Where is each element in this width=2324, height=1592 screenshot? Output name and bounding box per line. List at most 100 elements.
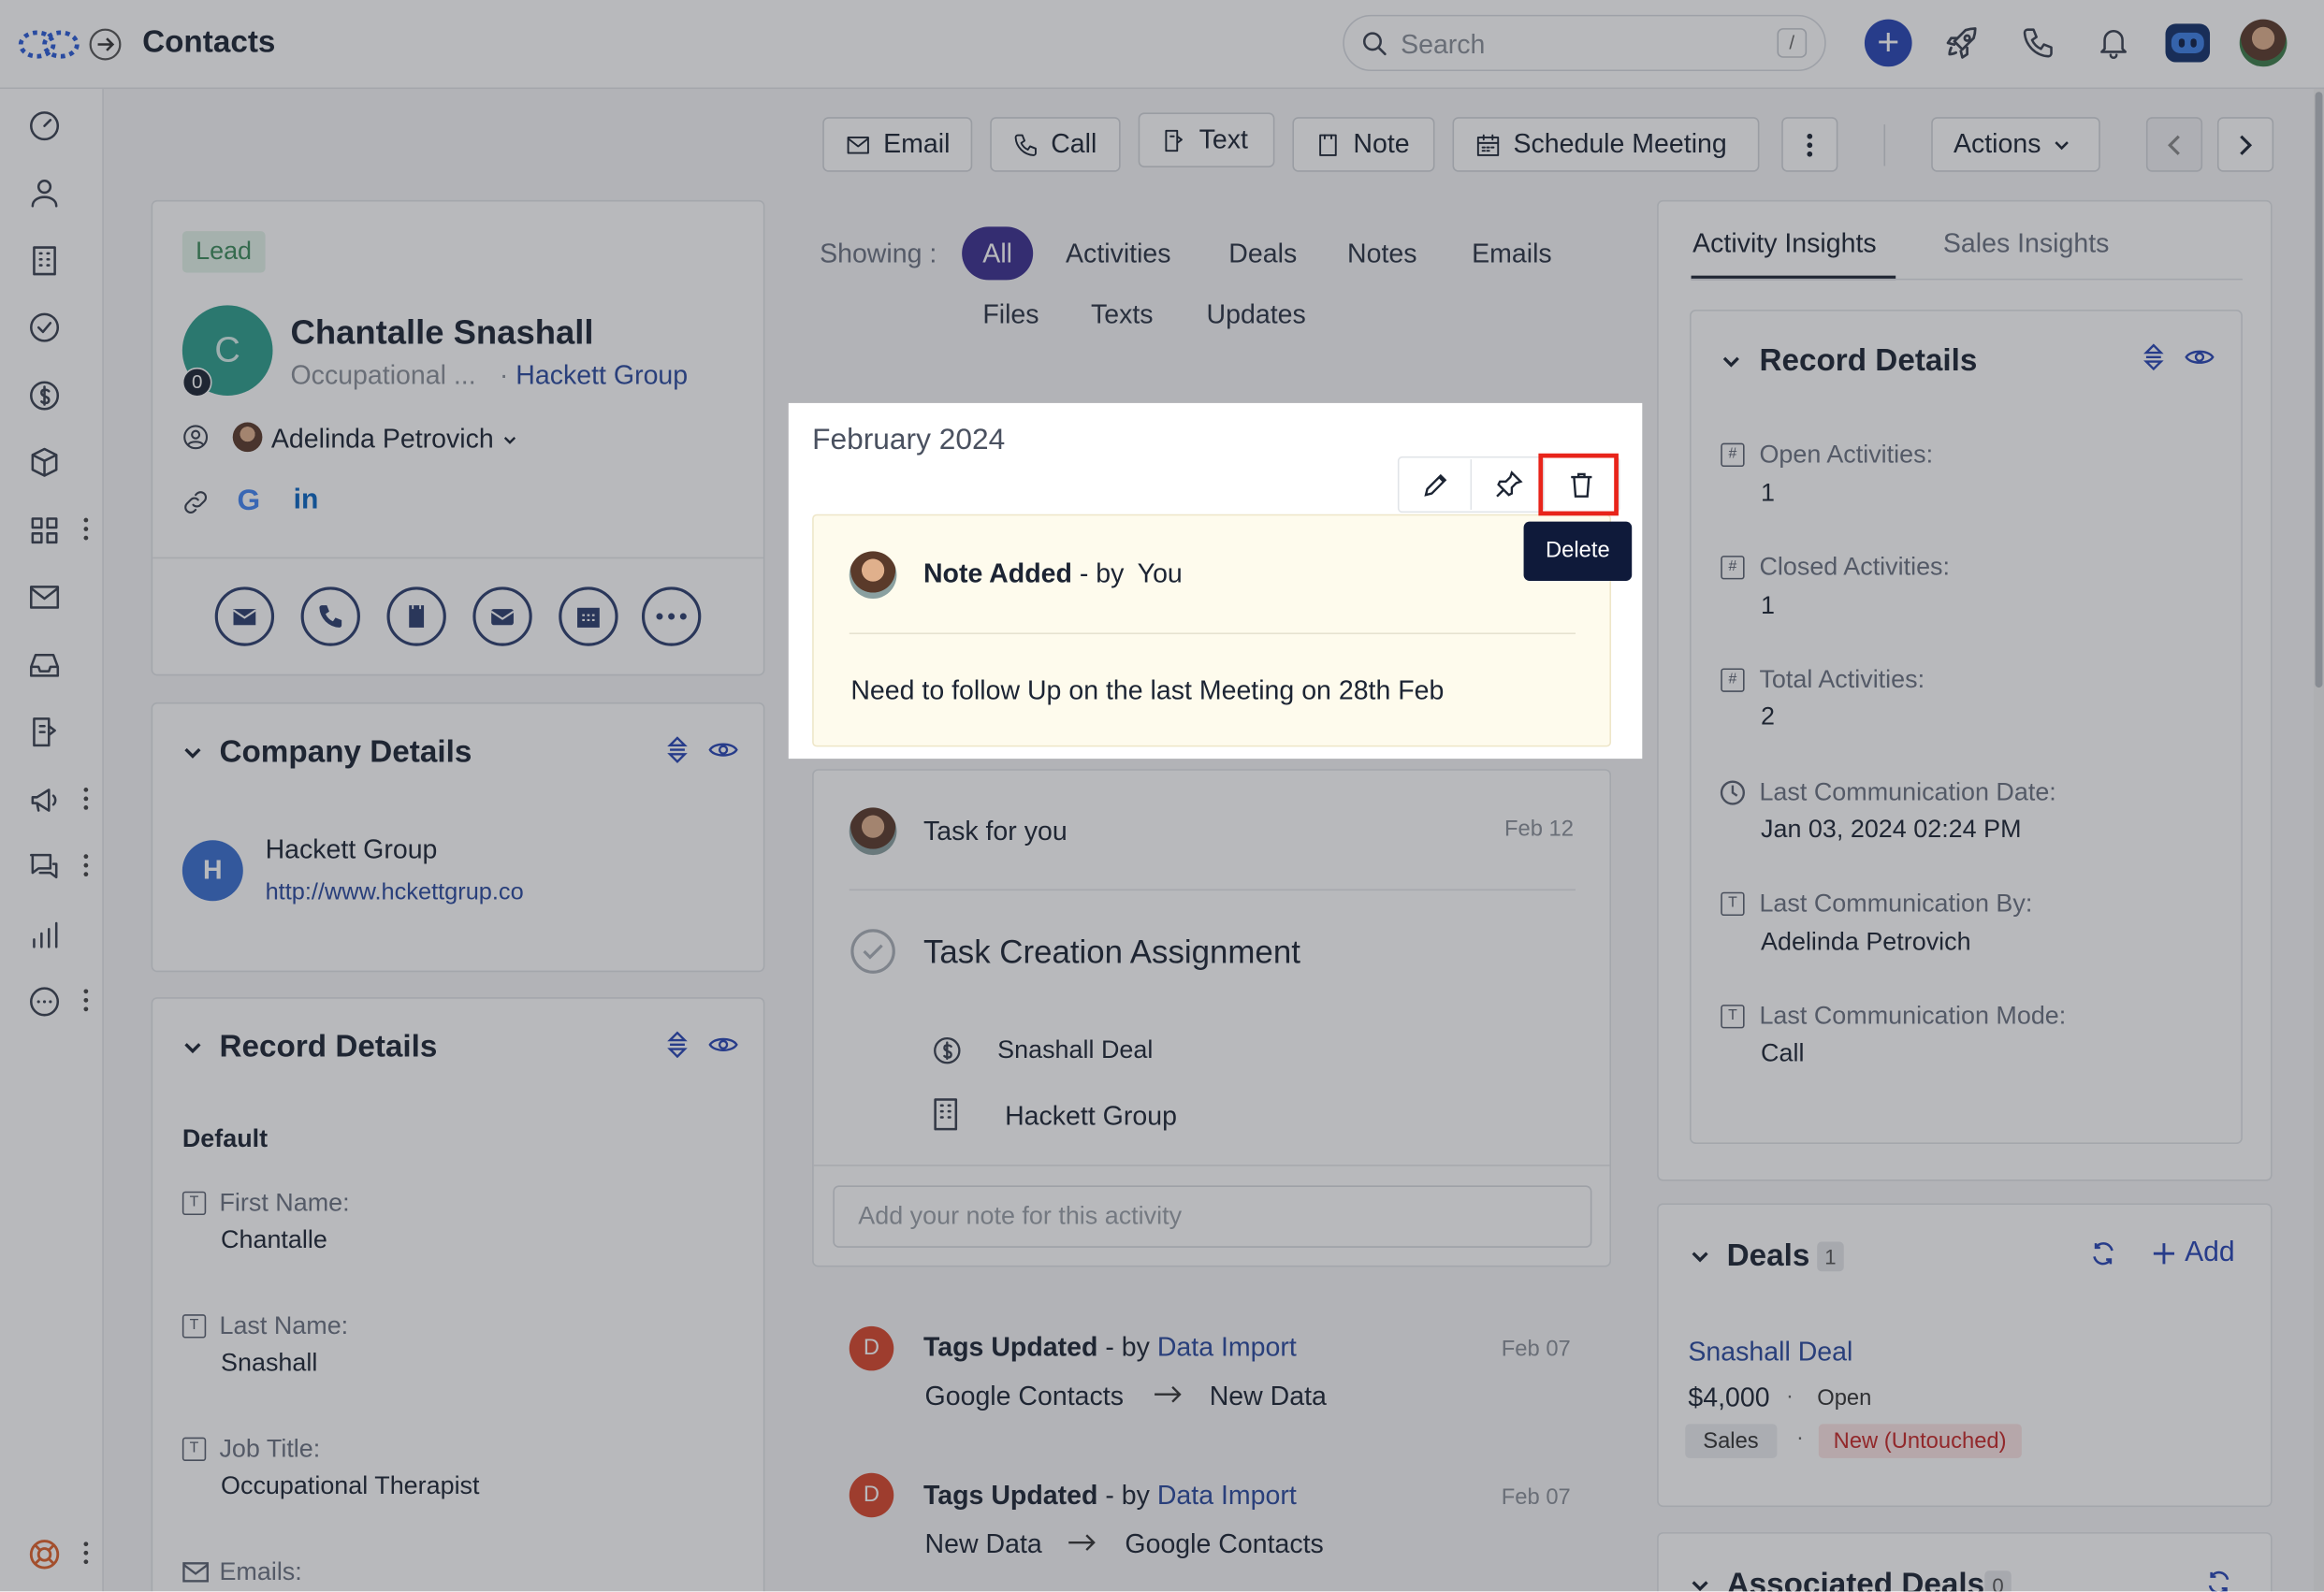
associated-deals-count: 0 xyxy=(1984,1570,2012,1592)
quick-more-button[interactable] xyxy=(641,586,702,646)
company-details-panel: Company Details H Hackett Group http://w… xyxy=(151,702,765,973)
deal-name-link[interactable]: Snashall Deal xyxy=(1688,1337,1852,1368)
task-complete-checkbox[interactable] xyxy=(850,928,897,976)
eye-icon[interactable] xyxy=(2185,347,2215,368)
reports-bars-icon[interactable] xyxy=(27,918,63,953)
pin-icon xyxy=(1495,470,1522,498)
more-vertical-icon[interactable] xyxy=(81,852,91,879)
first-name-value[interactable]: Chantalle xyxy=(221,1225,327,1255)
mail-icon[interactable] xyxy=(27,579,63,615)
dashboard-gauge-icon[interactable] xyxy=(27,109,63,144)
quick-note-button[interactable] xyxy=(386,586,446,646)
actions-dropdown[interactable]: Actions xyxy=(1931,117,2100,172)
reorder-arrows-icon[interactable] xyxy=(2142,343,2165,371)
calendar-icon xyxy=(1476,133,1500,156)
company-name[interactable]: Hackett Group xyxy=(266,834,438,865)
quick-call-button[interactable] xyxy=(300,586,360,646)
rocket-icon[interactable] xyxy=(1943,23,1982,62)
more-vertical-icon[interactable] xyxy=(81,515,91,543)
deals-dollar-icon[interactable] xyxy=(27,378,63,413)
quick-email-button[interactable] xyxy=(214,586,275,646)
update-source-link[interactable]: Data Import xyxy=(1157,1332,1297,1362)
quick-sms-button[interactable] xyxy=(472,586,532,646)
tasks-check-icon[interactable] xyxy=(27,310,63,345)
schedule-meeting-button[interactable]: Schedule Meeting xyxy=(1452,117,1760,172)
chevron-down-icon[interactable] xyxy=(182,743,203,763)
chevron-down-icon[interactable] xyxy=(182,1037,203,1058)
filter-emails[interactable]: Emails xyxy=(1472,239,1552,269)
task-company-link[interactable]: Hackett Group xyxy=(1005,1101,1177,1132)
inbox-icon[interactable] xyxy=(27,647,63,683)
note-button[interactable]: Note xyxy=(1292,117,1435,172)
last-name-value[interactable]: Snashall xyxy=(221,1349,317,1379)
more-actions-button[interactable] xyxy=(1781,117,1838,172)
page-scrollbar[interactable] xyxy=(2313,89,2324,1592)
notification-bell-icon[interactable] xyxy=(2096,25,2131,61)
app-logo-icon[interactable] xyxy=(18,27,80,63)
conversations-icon[interactable] xyxy=(27,849,63,885)
refresh-icon[interactable] xyxy=(2205,1570,2232,1592)
contacts-person-icon[interactable] xyxy=(27,175,63,210)
more-vertical-icon[interactable] xyxy=(81,987,91,1014)
assistant-bot-icon[interactable] xyxy=(2165,23,2211,63)
help-lifebuoy-icon[interactable] xyxy=(27,1537,63,1572)
companies-building-icon[interactable] xyxy=(27,243,63,279)
chevron-down-icon[interactable] xyxy=(1690,1575,1710,1592)
link-icon[interactable] xyxy=(181,487,211,517)
next-record-button[interactable] xyxy=(2216,117,2274,172)
note-body[interactable]: Need to follow Up on the last Meeting on… xyxy=(850,675,1444,706)
phone-icon[interactable] xyxy=(2020,25,2055,61)
company-website-link[interactable]: http://www.hckettgrup.co xyxy=(266,880,524,907)
products-cube-icon[interactable] xyxy=(27,444,63,480)
note-title-row: Note Added - by You xyxy=(923,558,1183,589)
note-title: Note Added xyxy=(922,558,1072,588)
more-options-icon[interactable] xyxy=(27,984,63,1020)
task-deal-link[interactable]: Snashall Deal xyxy=(997,1035,1153,1065)
eye-icon[interactable] xyxy=(708,740,738,760)
search-input[interactable]: Search / xyxy=(1343,14,1826,72)
quick-meeting-button[interactable] xyxy=(559,586,618,646)
activity-note-input[interactable]: Add your note for this activity xyxy=(833,1185,1592,1248)
tab-activity-insights[interactable]: Activity Insights xyxy=(1692,228,1877,259)
add-new-button[interactable]: + xyxy=(1864,19,1912,67)
apps-grid-icon[interactable] xyxy=(27,513,63,548)
filter-activities[interactable]: Activities xyxy=(1066,239,1171,269)
scrollbar-thumb[interactable] xyxy=(2315,92,2323,688)
update-source-link[interactable]: Data Import xyxy=(1157,1481,1297,1511)
job-title-value[interactable]: Occupational Therapist xyxy=(221,1471,479,1501)
phone-icon xyxy=(1014,133,1037,156)
owner-selector[interactable]: Adelinda Petrovich xyxy=(271,424,517,455)
text-button[interactable]: Text xyxy=(1138,112,1275,168)
previous-record-button[interactable] xyxy=(2145,117,2203,172)
edit-note-button[interactable] xyxy=(1401,459,1473,510)
sidebar xyxy=(0,89,104,1592)
filter-texts[interactable]: Texts xyxy=(1091,299,1154,330)
task-date: Feb 12 xyxy=(1503,816,1574,842)
filter-deals[interactable]: Deals xyxy=(1228,239,1297,269)
call-button[interactable]: Call xyxy=(990,117,1121,172)
forms-icon[interactable] xyxy=(27,715,63,750)
tab-sales-insights[interactable]: Sales Insights xyxy=(1943,228,2110,259)
chevron-down-icon[interactable] xyxy=(1721,351,1741,371)
expand-arrow-icon[interactable] xyxy=(89,28,122,61)
google-icon[interactable]: G xyxy=(237,485,260,518)
filter-notes[interactable]: Notes xyxy=(1347,239,1417,269)
filter-all[interactable]: All xyxy=(962,226,1034,281)
email-button[interactable]: Email xyxy=(822,117,973,172)
add-deal-button[interactable]: Add xyxy=(2152,1237,2235,1270)
filter-files[interactable]: Files xyxy=(982,299,1039,330)
user-avatar[interactable] xyxy=(2239,19,2288,67)
contact-company-link[interactable]: · Hackett Group xyxy=(500,360,688,391)
filter-updates[interactable]: Updates xyxy=(1207,299,1306,330)
chevron-down-icon[interactable] xyxy=(1690,1246,1710,1266)
reorder-arrows-icon[interactable] xyxy=(665,736,689,763)
reorder-arrows-icon[interactable] xyxy=(665,1031,689,1059)
pin-note-button[interactable] xyxy=(1474,459,1545,510)
refresh-icon[interactable] xyxy=(2090,1240,2117,1267)
more-vertical-icon[interactable] xyxy=(81,1540,91,1567)
linkedin-icon[interactable]: in xyxy=(294,485,319,517)
more-vertical-icon[interactable] xyxy=(81,786,91,813)
task-name[interactable]: Task Creation Assignment xyxy=(923,933,1300,972)
eye-icon[interactable] xyxy=(708,1035,738,1055)
campaigns-megaphone-icon[interactable] xyxy=(27,782,63,818)
